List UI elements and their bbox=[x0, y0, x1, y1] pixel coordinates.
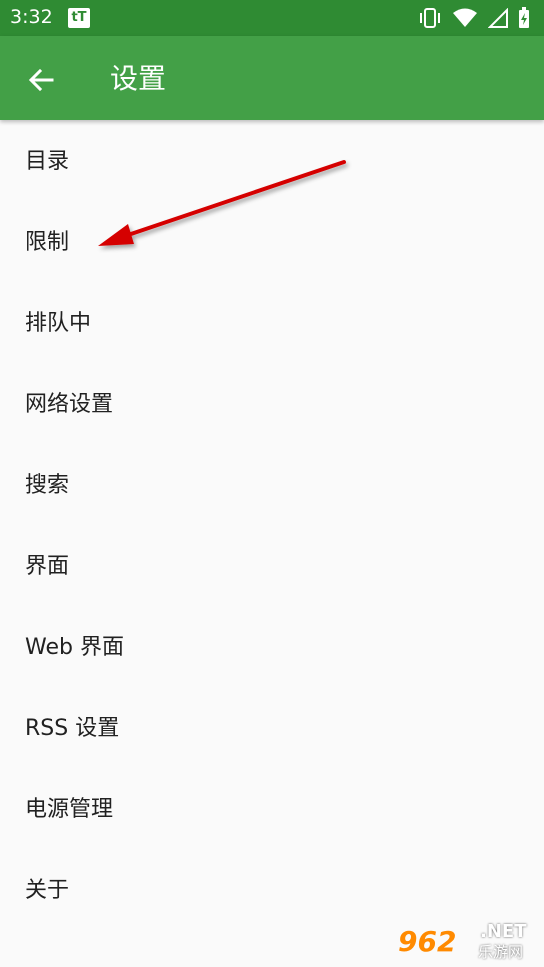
watermark-logo: 962 bbox=[398, 925, 457, 958]
notification-icon: tT bbox=[68, 8, 90, 28]
settings-item-rss[interactable]: RSS 设置 bbox=[0, 688, 544, 769]
watermark-sub: 乐游网 bbox=[478, 943, 524, 961]
settings-item-search[interactable]: 搜索 bbox=[0, 445, 544, 526]
settings-item-web-ui[interactable]: Web 界面 bbox=[0, 607, 544, 688]
arrow-back-icon bbox=[28, 68, 54, 92]
settings-item-queueing[interactable]: 排队中 bbox=[0, 283, 544, 364]
battery-charging-icon bbox=[519, 7, 529, 28]
back-button[interactable] bbox=[22, 60, 62, 100]
settings-list: 目录 限制 排队中 网络设置 搜索 界面 Web 界面 RSS 设置 电源管理 … bbox=[0, 121, 544, 931]
watermark: 962 .NET 乐游网 bbox=[398, 919, 538, 963]
settings-item-directories[interactable]: 目录 bbox=[0, 121, 544, 202]
settings-item-power[interactable]: 电源管理 bbox=[0, 769, 544, 850]
settings-item-limits[interactable]: 限制 bbox=[0, 202, 544, 283]
settings-item-network[interactable]: 网络设置 bbox=[0, 364, 544, 445]
status-icons bbox=[418, 7, 530, 29]
app-bar: 设置 bbox=[0, 36, 544, 120]
page-title: 设置 bbox=[110, 62, 167, 95]
status-time: 3:32 bbox=[10, 6, 53, 28]
vibrate-icon bbox=[420, 8, 440, 28]
watermark-net: .NET bbox=[480, 921, 527, 942]
status-bar: 3:32 tT bbox=[0, 0, 544, 36]
wifi-icon bbox=[453, 8, 477, 27]
cellular-icon bbox=[488, 8, 508, 28]
settings-item-interface[interactable]: 界面 bbox=[0, 526, 544, 607]
